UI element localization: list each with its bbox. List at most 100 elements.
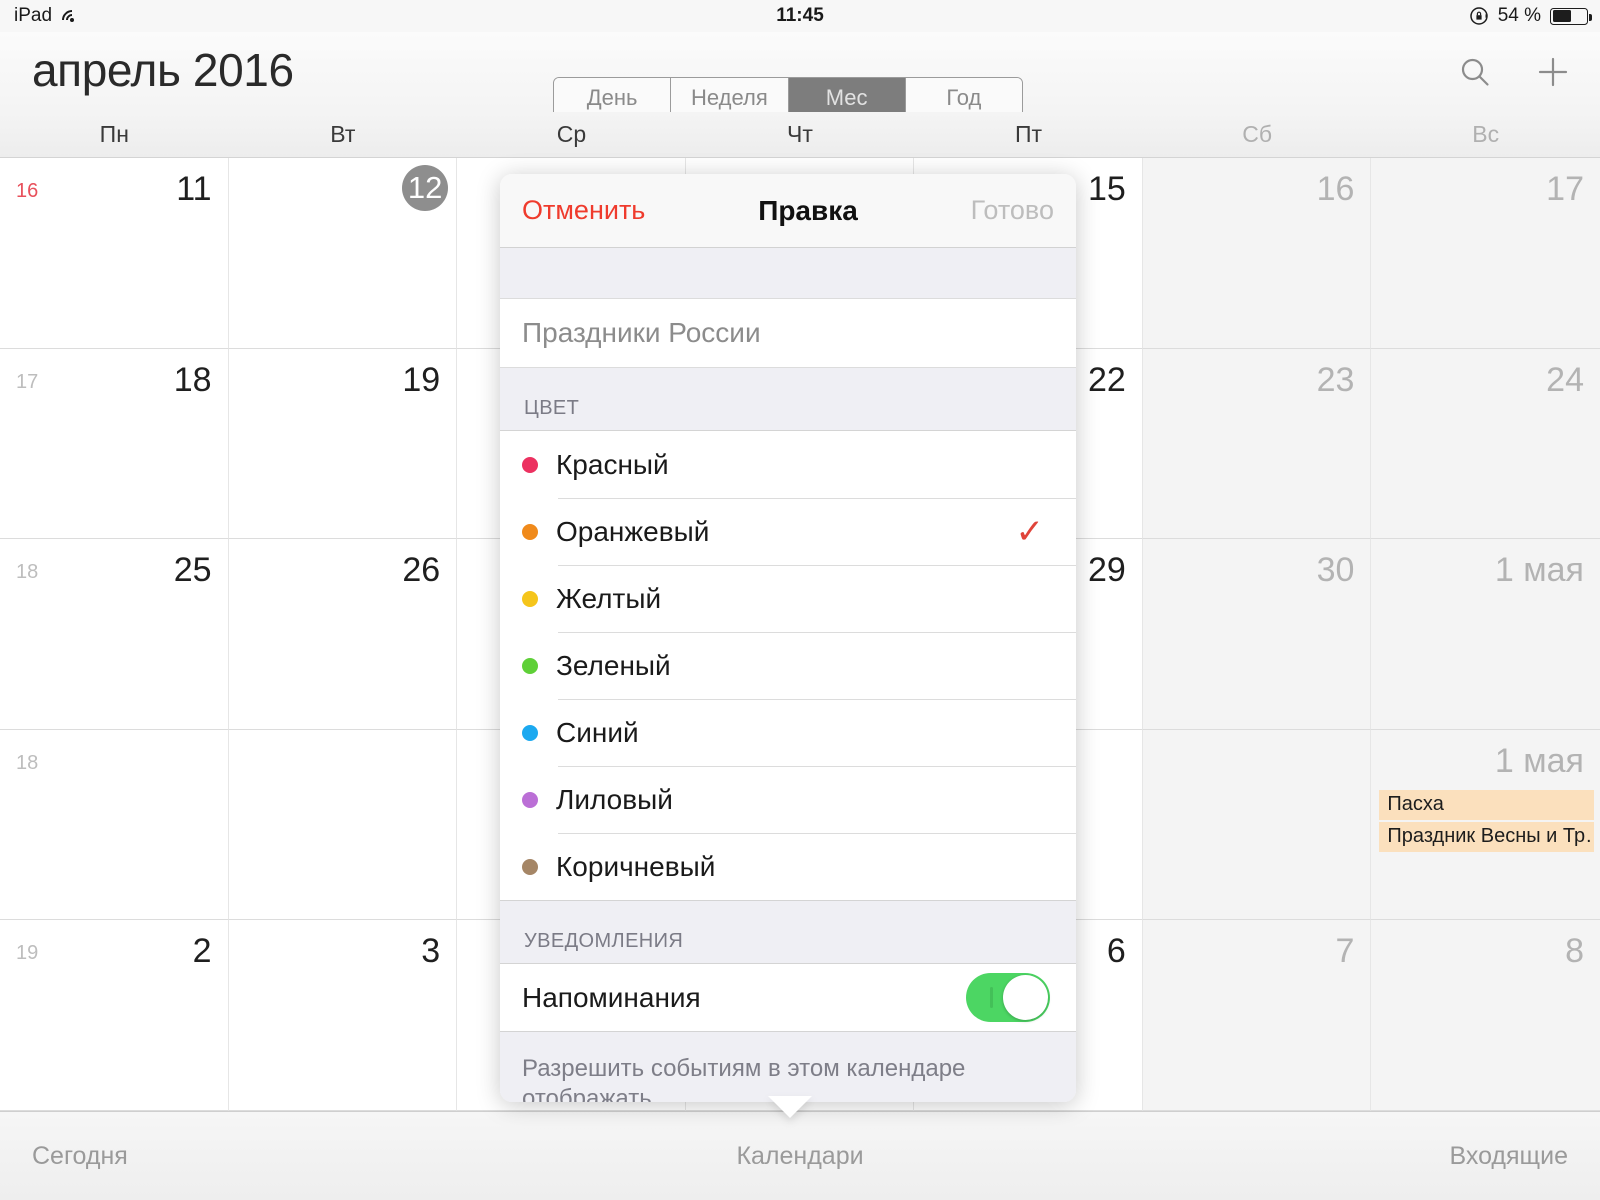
day-cell[interactable]: 17	[1371, 158, 1600, 349]
day-number: 6	[1106, 932, 1126, 971]
search-icon[interactable]	[1458, 55, 1492, 89]
day-cell[interactable]: 23	[1142, 348, 1372, 540]
popover-title: Правка	[758, 194, 858, 226]
day-cell[interactable]: 1 мая	[1371, 539, 1600, 730]
day-cell[interactable]: 24	[1371, 348, 1600, 540]
today-day-number: 12	[402, 165, 449, 211]
color-option-label: Коричневый	[556, 850, 716, 882]
event-chip[interactable]: Праздник Весны и Тр…	[1379, 821, 1594, 852]
day-cell[interactable]: 30	[1142, 539, 1372, 730]
popover-arrow	[768, 1096, 812, 1118]
color-swatch-icon	[522, 657, 538, 674]
color-option-label: Красный	[556, 448, 669, 480]
day-number: 2	[192, 932, 212, 971]
day-number: 11	[176, 170, 212, 208]
day-number: 3	[421, 932, 441, 971]
inbox-button[interactable]: Входящие	[1449, 1142, 1568, 1171]
weekday-header-row: Пн Вт Ср Чт Пт Сб Вс	[0, 112, 1600, 158]
notifications-section-header: УВЕДОМЛЕНИЯ	[500, 901, 1076, 963]
weekday-header-4: Пт	[1015, 121, 1043, 147]
day-cell[interactable]: 26	[228, 539, 458, 730]
color-option-row[interactable]: Коричневый	[500, 833, 1076, 900]
color-swatch-icon	[522, 456, 538, 473]
day-cell[interactable]: 19	[228, 348, 458, 540]
day-number: 18	[173, 360, 212, 399]
day-number: 8	[1565, 932, 1584, 971]
weekday-header-3: Чт	[787, 121, 813, 147]
day-cell[interactable]: 17 18	[0, 348, 229, 540]
reminders-row[interactable]: Напоминания	[500, 964, 1076, 1031]
calendar-name-input[interactable]: Праздники России	[500, 298, 1076, 368]
day-number: 22	[1088, 360, 1126, 399]
color-option-label: Оранжевый	[556, 515, 710, 547]
reminders-toggle[interactable]	[966, 973, 1050, 1022]
popover-body: Праздники России ЦВЕТ Красный Оранжевый ✓ Ж…	[500, 248, 1076, 1102]
color-option-label: Синий	[556, 716, 639, 748]
checkmark-icon: ✓	[1015, 512, 1045, 551]
battery-icon	[1550, 7, 1592, 25]
day-cell[interactable]: 8	[1371, 920, 1600, 1111]
reminders-label: Напоминания	[522, 981, 701, 1013]
day-cell[interactable]: 18 25	[0, 539, 229, 730]
rotation-lock-icon	[1469, 6, 1489, 26]
battery-percent-label: 54 %	[1497, 5, 1541, 26]
day-cell[interactable]	[1142, 729, 1372, 921]
day-number: 1 мая	[1494, 741, 1584, 780]
color-list: Красный Оранжевый ✓ Желтый Зеленый Синий Лилов…	[500, 430, 1076, 901]
day-number: 19	[402, 360, 441, 399]
weekday-header-6: Вс	[1472, 121, 1500, 147]
color-option-row[interactable]: Красный	[500, 431, 1076, 498]
day-cell[interactable]: 1 мая Пасха Праздник Весны и Тр…	[1371, 729, 1600, 921]
day-cell[interactable]	[228, 729, 458, 921]
color-option-row[interactable]: Синий	[500, 699, 1076, 766]
day-cell[interactable]: 16	[1142, 158, 1372, 349]
ipad-calendar-app: iPad 11:45 54 % апрель 2016 День Неделя Ме…	[0, 0, 1600, 1200]
color-swatch-icon	[522, 724, 538, 741]
week-number-label: 19	[16, 942, 39, 965]
color-section-header: ЦВЕТ	[500, 368, 1076, 430]
status-bar: iPad 11:45 54 %	[0, 0, 1600, 34]
edit-calendar-popover: Отменить Правка Готово Праздники России …	[500, 174, 1076, 1102]
day-number: 29	[1088, 551, 1126, 590]
color-option-label: Желтый	[556, 582, 662, 614]
status-bar-clock: 11:45	[776, 5, 824, 26]
day-cell[interactable]: 19 2	[0, 920, 229, 1111]
color-option-row[interactable]: Лиловый	[500, 766, 1076, 833]
weekday-header-2: Ср	[556, 121, 587, 147]
day-cell[interactable]: 12	[228, 158, 458, 349]
week-number-label: 16	[16, 180, 39, 202]
page-title: апрель 2016	[32, 44, 294, 96]
day-cell[interactable]: 3	[228, 920, 458, 1111]
color-option-row[interactable]: Желтый	[500, 565, 1076, 632]
popover-nav-bar: Отменить Правка Готово	[500, 174, 1076, 248]
color-option-row[interactable]: Оранжевый ✓	[500, 498, 1076, 565]
day-cell[interactable]: 16 11	[0, 158, 229, 349]
color-option-row[interactable]: Зеленый	[500, 632, 1076, 699]
color-option-label: Лиловый	[556, 783, 673, 815]
day-cell[interactable]: 7	[1142, 920, 1372, 1111]
popover-footer-text: Разрешить событиям в этом календаре отоб…	[500, 1032, 1076, 1102]
cancel-button[interactable]: Отменить	[522, 195, 645, 226]
notifications-list: Напоминания	[500, 963, 1076, 1032]
day-number: 1 мая	[1494, 551, 1584, 590]
color-option-label: Зеленый	[556, 649, 671, 681]
weekday-header-1: Вт	[330, 121, 356, 147]
day-number: 16	[1316, 170, 1355, 208]
color-swatch-icon	[522, 523, 538, 540]
event-chip[interactable]: Пасха	[1379, 789, 1594, 820]
day-number: 30	[1316, 551, 1355, 590]
week-number-label: 17	[16, 370, 39, 393]
plus-icon[interactable]	[1536, 55, 1570, 89]
day-cell[interactable]: 18	[0, 729, 229, 921]
calendars-button[interactable]: Календари	[0, 1142, 1600, 1171]
status-bar-right: 54 %	[1469, 5, 1592, 27]
day-number: 26	[402, 551, 441, 590]
bottom-toolbar: Сегодня Календари Входящие	[0, 1111, 1600, 1200]
day-number: 17	[1546, 170, 1584, 208]
day-number: 15	[1088, 170, 1126, 208]
day-number: 25	[173, 551, 212, 590]
color-swatch-icon	[522, 791, 538, 808]
color-swatch-icon	[522, 858, 538, 875]
done-button[interactable]: Готово	[971, 195, 1054, 226]
day-number: 23	[1316, 360, 1355, 399]
